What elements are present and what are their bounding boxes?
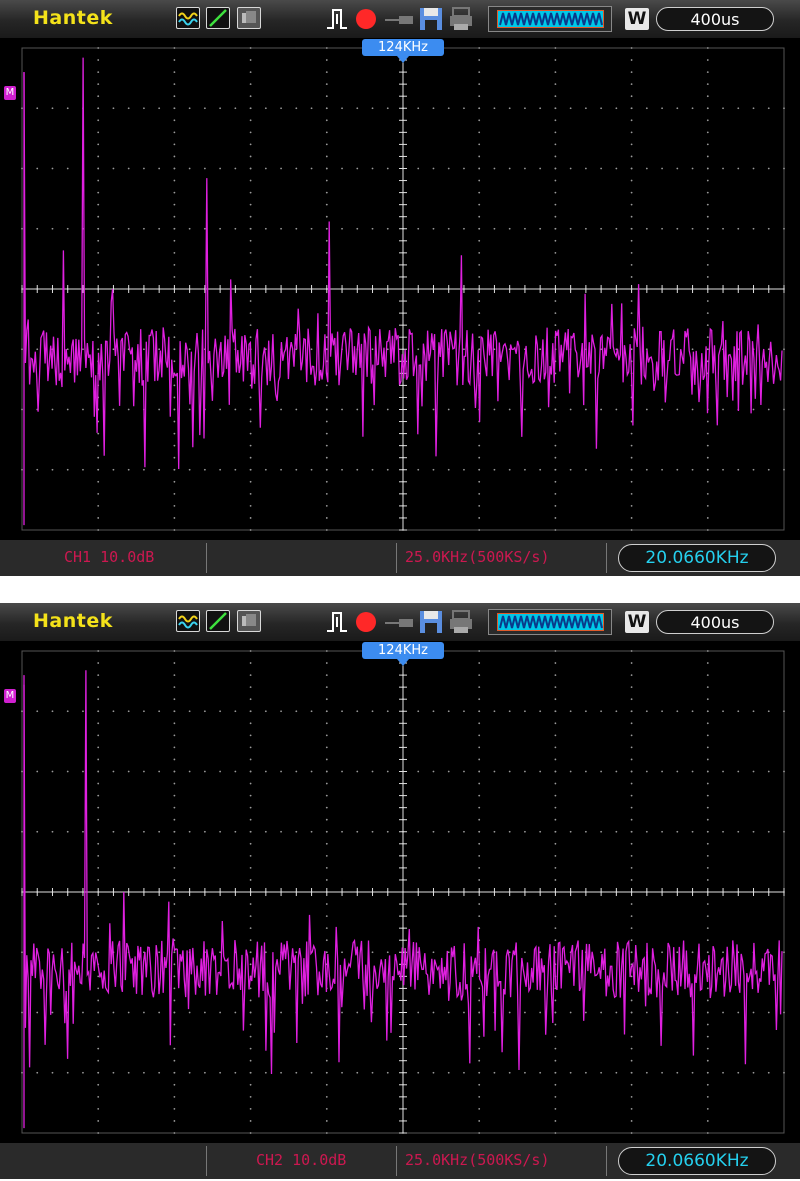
scope-screen-2: Hantek W 400us 124KHz M CH2 10.0dB 25.0K… [0,603,800,1179]
trigger-pointer-icon [397,56,409,63]
memory-depth-indicator[interactable] [488,6,612,32]
timebase-mode-badge[interactable]: W [625,611,649,633]
waveform-display[interactable]: 124KHz M [0,641,800,1143]
probe-icon[interactable] [385,617,415,629]
timebase-readout[interactable]: 400us [656,7,774,31]
trigger-pointer-icon [397,659,409,666]
channel-marker[interactable]: M [4,689,16,703]
waveform-icon[interactable] [176,610,200,632]
toolbar: Hantek W 400us [0,603,800,642]
cursor-frequency-readout: 20.0660KHz [618,544,776,572]
trigger-position-marker[interactable]: 124KHz [362,39,444,56]
trigger-slope-icon[interactable] [206,610,230,632]
save-icon[interactable] [418,609,444,635]
spectrum-plot [21,650,785,1134]
cursor-frequency-readout: 20.0660KHz [618,1147,776,1175]
brand-logo: Hantek [33,7,113,29]
print-icon[interactable] [448,609,474,635]
brand-logo: Hantek [33,610,113,632]
save-icon[interactable] [418,6,444,32]
pulse-icon[interactable] [325,609,351,635]
timebase-mode-badge[interactable]: W [625,8,649,30]
record-icon[interactable] [356,612,376,632]
memory-depth-indicator[interactable] [488,609,612,635]
waveform-icon[interactable] [176,7,200,29]
channel-scale-label: CH1 10.0dB [64,548,155,566]
status-bar: CH2 10.0dB 25.0KHz(500KS/s) 20.0660KHz [0,1143,800,1179]
record-icon[interactable] [356,9,376,29]
spectrum-plot [21,47,785,531]
waveform-display[interactable]: 124KHz M [0,38,800,540]
channel-marker[interactable]: M [4,86,16,100]
status-bar: CH1 10.0dB 25.0KHz(500KS/s) 20.0660KHz [0,540,800,576]
trigger-position-marker[interactable]: 124KHz [362,642,444,659]
scope-screen-1: Hantek W 400us 124KHz M CH1 10.0dB 25.0K… [0,0,800,576]
persistence-icon[interactable] [237,7,261,29]
frequency-info: 25.0KHz(500KS/s) [405,548,550,566]
channel-scale-label: CH2 10.0dB [256,1151,347,1169]
status-seg-2 [207,543,397,573]
persistence-icon[interactable] [237,610,261,632]
probe-icon[interactable] [385,14,415,26]
frequency-info: 25.0KHz(500KS/s) [405,1151,550,1169]
status-seg-1 [0,1146,207,1176]
pulse-icon[interactable] [325,6,351,32]
timebase-readout[interactable]: 400us [656,610,774,634]
print-icon[interactable] [448,6,474,32]
toolbar: Hantek W 400us [0,0,800,39]
trigger-slope-icon[interactable] [206,7,230,29]
